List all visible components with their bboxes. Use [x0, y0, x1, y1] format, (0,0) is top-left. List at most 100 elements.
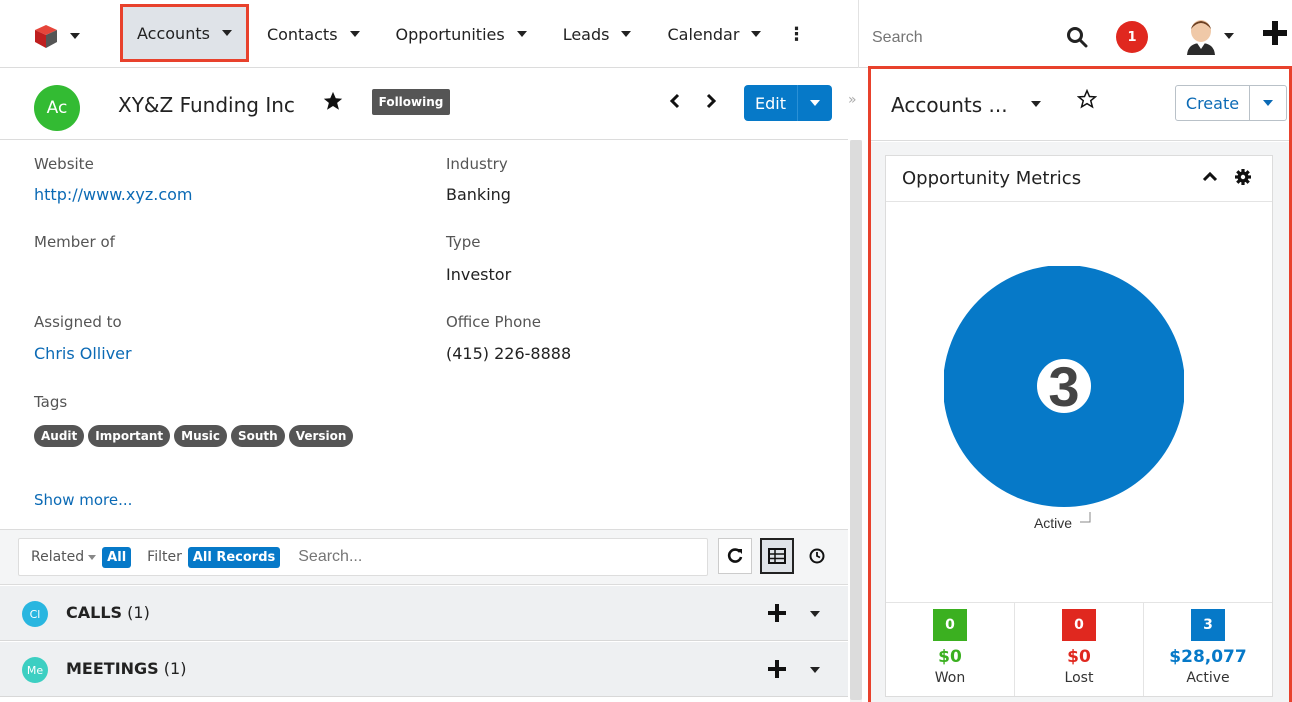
following-badge[interactable]: Following	[372, 89, 450, 115]
donut-center-label: 3	[1048, 355, 1079, 418]
opportunity-metrics-dashlet: Opportunity Metrics 3 Active 0 $0 Won 0 …	[885, 155, 1273, 697]
tag[interactable]: South	[230, 425, 285, 447]
badge-label: Cl	[29, 607, 41, 621]
metric-count: 0	[1074, 617, 1084, 633]
record-fields: Website http://www.xyz.com Industry Bank…	[0, 141, 836, 529]
metric-won[interactable]: 0 $0 Won	[886, 603, 1015, 696]
metric-active[interactable]: 3 $28,077 Active	[1144, 603, 1272, 696]
industry-label: Industry	[446, 155, 508, 173]
scrollbar-thumb[interactable]	[850, 140, 862, 700]
chevron-down-icon	[70, 33, 80, 39]
favorite-star-icon[interactable]	[322, 90, 344, 112]
related-module-pill[interactable]: All	[102, 546, 132, 568]
clock-icon	[809, 548, 825, 564]
chevron-down-icon	[221, 30, 232, 36]
subpanel-title: CALLS (1)	[66, 603, 150, 622]
office-phone-label: Office Phone	[446, 313, 542, 331]
create-actions-dropdown[interactable]	[1250, 86, 1286, 120]
quick-create-button[interactable]	[1262, 20, 1288, 50]
tab-contacts[interactable]: Contacts	[249, 6, 378, 62]
table-grid-icon	[768, 548, 786, 564]
donut-legend-label: Active	[1034, 515, 1072, 531]
metric-amount: $0	[1067, 647, 1091, 667]
related-label: Related	[31, 549, 85, 565]
related-search-input[interactable]	[298, 548, 599, 566]
tab-accounts[interactable]: Accounts	[120, 4, 249, 62]
tag[interactable]: Important	[88, 425, 171, 447]
record-title: XY&Z Funding Inc	[118, 93, 295, 117]
metric-label: Active	[1186, 670, 1230, 686]
filter-pill[interactable]: All Records	[187, 546, 281, 568]
metric-count: 0	[945, 617, 955, 633]
tags-list: Audit Important Music South Version	[34, 425, 354, 447]
notifications-badge[interactable]: 1	[1116, 21, 1148, 53]
tag[interactable]: Music	[174, 425, 227, 447]
chevron-up-icon[interactable]	[1202, 166, 1218, 186]
plus-icon	[1263, 21, 1287, 45]
tab-opportunities[interactable]: Opportunities	[378, 6, 545, 62]
metric-count-badge: 0	[933, 609, 967, 641]
refresh-icon	[727, 548, 743, 563]
plus-icon[interactable]	[768, 598, 786, 628]
tab-calendar[interactable]: Calendar	[649, 6, 779, 62]
favorite-star-icon[interactable]	[1077, 89, 1097, 109]
toggle-sidebar-icon[interactable]: »	[848, 92, 857, 108]
chevron-down-icon[interactable]	[1031, 101, 1041, 107]
assigned-user-link[interactable]: Chris Olliver	[34, 344, 132, 363]
subpanel-count: (1)	[163, 659, 187, 678]
metric-count: 3	[1203, 617, 1213, 633]
dashlet-title: Opportunity Metrics	[902, 168, 1082, 189]
tab-label: Opportunities	[395, 24, 505, 44]
chevron-down-icon	[1263, 100, 1273, 106]
chevron-down-icon	[810, 100, 820, 106]
search-icon[interactable]	[1066, 26, 1088, 48]
record-header: Ac XY&Z Funding Inc Following Edit	[0, 70, 848, 140]
create-button[interactable]: Create	[1176, 86, 1250, 120]
subpanel-title: MEETINGS (1)	[66, 659, 186, 678]
website-label: Website	[34, 155, 94, 173]
module-menu[interactable]	[32, 22, 92, 50]
edit-actions-dropdown[interactable]	[798, 85, 832, 121]
user-avatar[interactable]	[1184, 17, 1218, 55]
global-search-input[interactable]	[872, 24, 1052, 52]
logo-cube-icon	[35, 25, 57, 48]
chevron-down-icon[interactable]	[1224, 33, 1234, 39]
donut-leader-line	[1080, 512, 1091, 523]
opportunity-donut-chart: 3 Active	[944, 266, 1184, 531]
chevron-down-icon	[751, 31, 762, 37]
dashboard-title[interactable]: Accounts ...	[891, 93, 1008, 117]
tag[interactable]: Audit	[34, 425, 85, 447]
tab-label: Accounts	[137, 23, 210, 43]
more-tabs-button[interactable]: ⋮	[779, 6, 813, 62]
refresh-button[interactable]	[718, 538, 752, 574]
divider	[858, 0, 859, 68]
metric-lost[interactable]: 0 $0 Lost	[1015, 603, 1144, 696]
calls-module-badge: Cl	[22, 601, 48, 627]
tag[interactable]: Version	[288, 425, 354, 447]
calls-subpanel[interactable]: Cl CALLS (1)	[0, 586, 848, 641]
list-view-button[interactable]	[760, 538, 794, 574]
tab-leads[interactable]: Leads	[545, 6, 650, 62]
plus-icon[interactable]	[768, 654, 786, 684]
edit-button[interactable]: Edit	[744, 85, 798, 121]
meetings-subpanel[interactable]: Me MEETINGS (1)	[0, 642, 848, 697]
metrics-summary: 0 $0 Won 0 $0 Lost 3 $28,077 Active	[886, 602, 1272, 696]
dashlet-header: Opportunity Metrics	[886, 156, 1272, 202]
website-link[interactable]: http://www.xyz.com	[34, 185, 192, 204]
chevron-down-icon[interactable]	[88, 554, 97, 560]
edit-button-group: Edit	[744, 85, 832, 121]
metric-label: Lost	[1064, 670, 1094, 686]
previous-record-icon[interactable]	[668, 90, 682, 112]
module-tabs: Accounts Contacts Opportunities Leads Ca…	[120, 4, 813, 62]
tags-label: Tags	[34, 393, 68, 411]
gear-icon[interactable]	[1234, 168, 1252, 186]
chevron-down-icon[interactable]	[810, 611, 820, 617]
next-record-icon[interactable]	[704, 90, 718, 112]
tab-label: Leads	[562, 24, 610, 44]
chevron-down-icon[interactable]	[810, 667, 820, 673]
show-more-link[interactable]: Show more...	[34, 491, 132, 509]
metric-count-badge: 0	[1062, 609, 1096, 641]
create-button-group: Create	[1175, 85, 1287, 121]
tab-label: Contacts	[266, 24, 338, 44]
activity-stream-button[interactable]	[800, 538, 834, 574]
